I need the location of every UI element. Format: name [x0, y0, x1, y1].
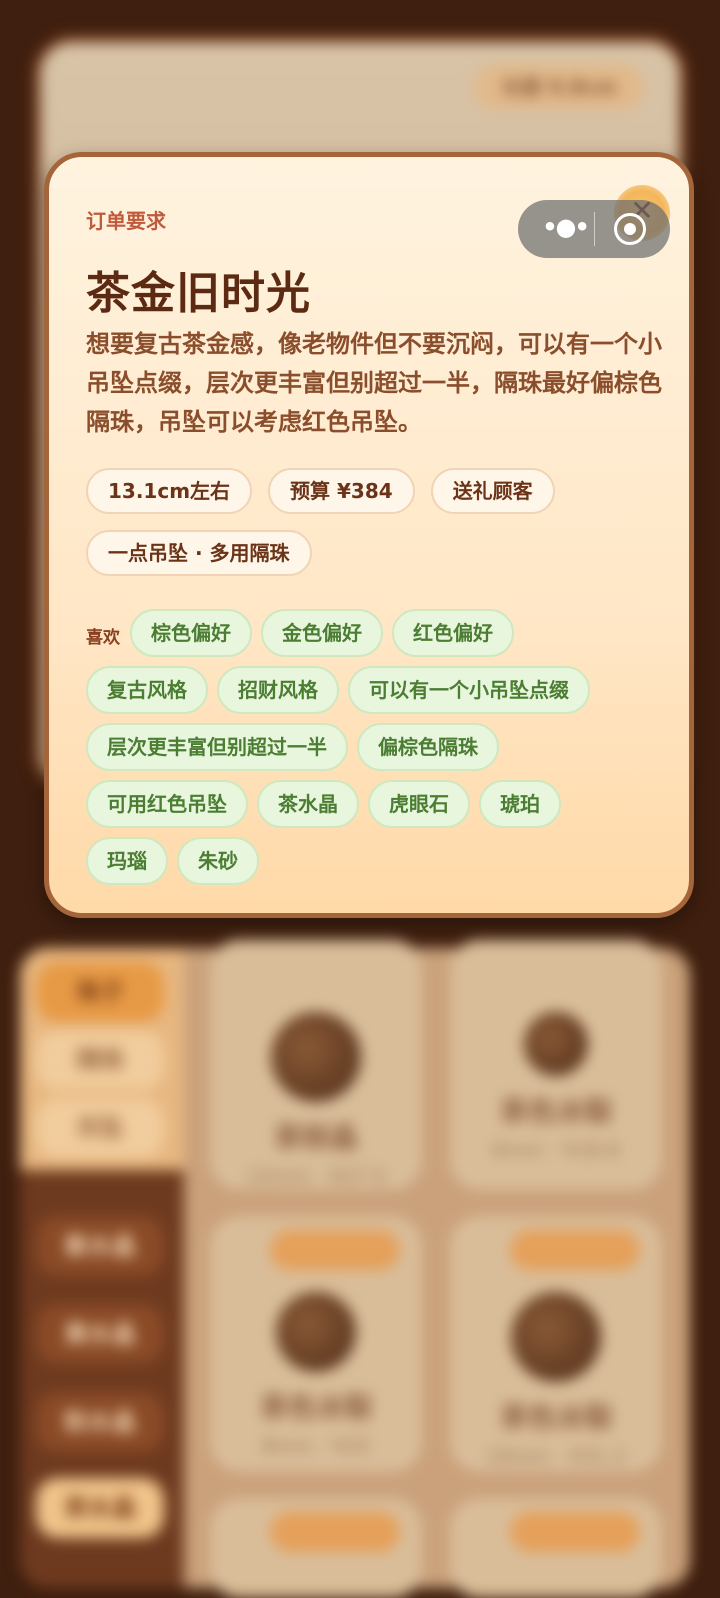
- likes-row: 层次更丰富但别超过一半 偏棕色隔珠: [86, 723, 662, 771]
- like-tag: 琥珀: [479, 780, 561, 828]
- length-badge: 长度 9.8cm: [474, 64, 644, 110]
- category-tab-spacers[interactable]: 隔珠: [36, 1030, 164, 1090]
- more-dots-icon[interactable]: •●•: [538, 200, 592, 258]
- like-tag: 棕色偏好: [130, 609, 252, 657]
- category-tab-pendants[interactable]: 吊坠: [36, 1098, 164, 1158]
- product-spec: 8mm · ¥25: [261, 1434, 371, 1458]
- capsule-divider: [594, 212, 595, 246]
- product-spec: 6mm · ¥18.8: [491, 1138, 621, 1162]
- order-title: 茶金旧时光: [86, 268, 311, 319]
- product-card[interactable]: 茶棕晶 12mm · ¥27.5: [210, 940, 422, 1190]
- target-circle-icon[interactable]: [614, 213, 646, 245]
- product-card[interactable]: 茶色冰裂 8mm · ¥25: [210, 1216, 422, 1472]
- budget-chip: 预算 ¥384: [268, 468, 415, 514]
- likes-row: 复古风格 招财风格 可以有一个小吊坠点缀: [86, 666, 662, 714]
- like-tag: 可以有一个小吊坠点缀: [348, 666, 590, 714]
- product-name: 茶棕晶: [273, 1121, 358, 1154]
- product-card[interactable]: 茶色冰裂 10mm · ¥31.2: [450, 1216, 662, 1472]
- bead-image: [276, 1292, 356, 1372]
- product-tag: [270, 1230, 400, 1270]
- product-card[interactable]: 茶色冰裂 6mm · ¥18.8: [450, 940, 662, 1190]
- bead-image: [271, 1012, 361, 1102]
- bead-image: [524, 1012, 588, 1076]
- like-tag: 层次更丰富但别超过一半: [86, 723, 348, 771]
- composition-chip: 一点吊坠 · 多用隔珠: [86, 530, 312, 576]
- category-rose-quartz[interactable]: 粉水晶: [36, 1392, 164, 1452]
- product-card[interactable]: [450, 1498, 662, 1598]
- product-tag: [510, 1230, 640, 1270]
- like-tag: 偏棕色隔珠: [357, 723, 499, 771]
- category-citrine[interactable]: 黄水晶: [36, 1304, 164, 1364]
- product-spec: 10mm · ¥31.2: [485, 1444, 627, 1468]
- product-tag: [270, 1512, 400, 1552]
- like-tag: 招财风格: [217, 666, 339, 714]
- product-name: 茶色冰裂: [259, 1391, 372, 1424]
- likes-row: 可用红色吊坠 茶水晶 虎眼石 琥珀: [86, 780, 662, 828]
- likes-tags: 棕色偏好 金色偏好 红色偏好 复古风格 招财风格 可以有一个小吊坠点缀 层次更丰…: [86, 609, 662, 894]
- order-description: 想要复古茶金感，像老物件但不要沉闷，可以有一个小吊坠点缀，层次更丰富但别超过一半…: [86, 330, 662, 436]
- like-tag: 复古风格: [86, 666, 208, 714]
- like-tag: 朱砂: [177, 837, 259, 885]
- product-name: 茶色冰裂: [499, 1095, 612, 1128]
- requirement-chips: 13.1cm左右 预算 ¥384 送礼顾客 一点吊坠 · 多用隔珠: [86, 468, 662, 576]
- customer-chip: 送礼顾客: [430, 468, 555, 514]
- modal-eyebrow: 订单要求: [86, 209, 166, 233]
- like-tag: 红色偏好: [392, 609, 514, 657]
- product-tag: [510, 1512, 640, 1552]
- category-tab-beads[interactable]: 珠子: [36, 962, 164, 1022]
- category-smoky-quartz[interactable]: 茶水晶: [36, 1478, 164, 1538]
- product-card[interactable]: [210, 1498, 422, 1598]
- category-amethyst[interactable]: 紫水晶: [36, 1216, 164, 1276]
- likes-row: 玛瑙 朱砂: [86, 837, 662, 885]
- length-chip: 13.1cm左右: [86, 468, 253, 514]
- product-spec: 12mm · ¥27.5: [245, 1164, 387, 1188]
- likes-row: 棕色偏好 金色偏好 红色偏好: [86, 609, 662, 657]
- miniprogram-capsule: •●•: [518, 200, 670, 258]
- like-tag: 玛瑙: [86, 837, 168, 885]
- like-tag: 虎眼石: [368, 780, 470, 828]
- bead-image: [511, 1292, 601, 1382]
- product-name: 茶色冰裂: [499, 1401, 612, 1434]
- like-tag: 可用红色吊坠: [86, 780, 248, 828]
- like-tag: 金色偏好: [261, 609, 383, 657]
- order-requirement-modal: 订单要求 茶金旧时光 ✕ 想要复古茶金感，像老物件但不要沉闷，可以有一个小吊坠点…: [44, 152, 694, 918]
- like-tag: 茶水晶: [257, 780, 359, 828]
